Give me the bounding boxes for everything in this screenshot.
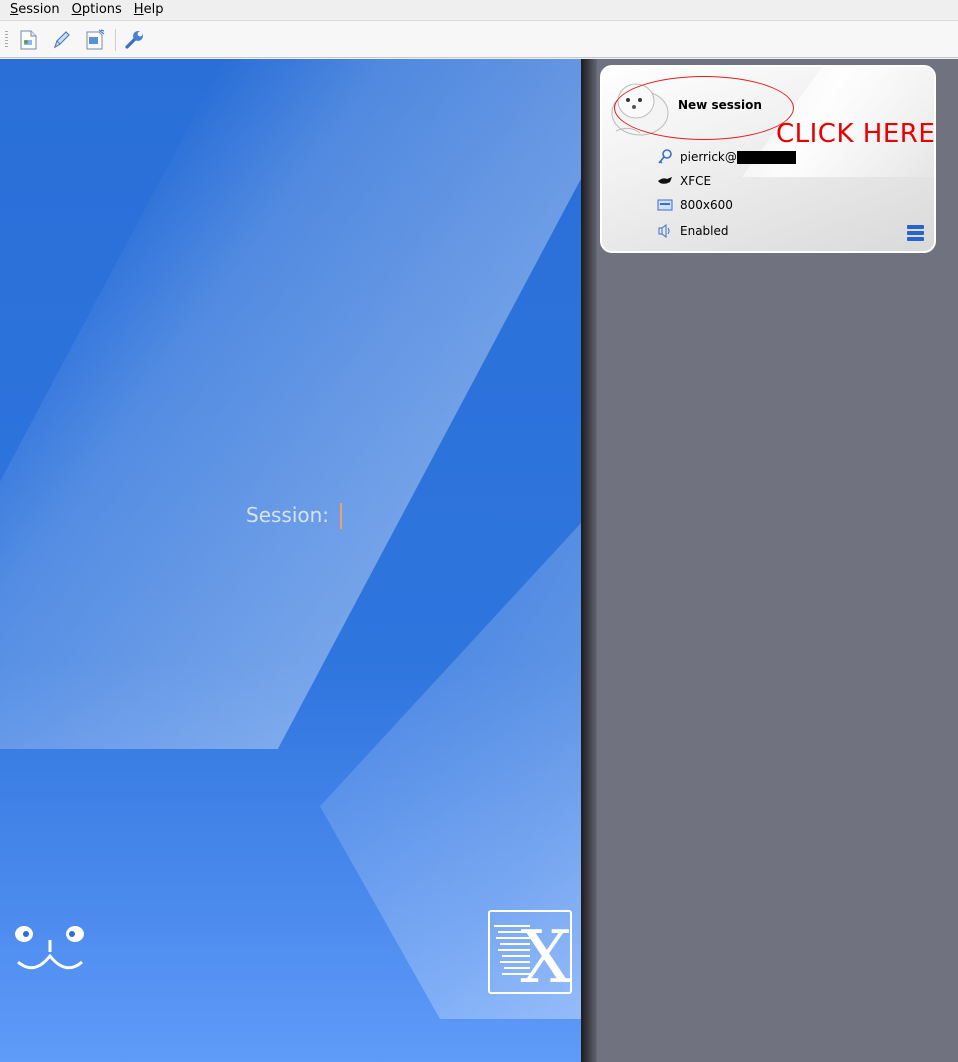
svg-text:X: X [520,915,570,992]
highlight-circle [614,76,794,140]
menu-bar: Session Options Help [0,0,958,20]
preferences-wrench-icon [125,31,143,49]
session-desktop: XFCE [680,174,712,188]
session-sound: Enabled [680,224,729,238]
export-session-button[interactable] [82,27,108,53]
edit-session-button[interactable] [48,27,74,53]
session-user-row: pierrick@ [656,149,796,165]
menu-bar-line [907,231,924,235]
menu-options[interactable]: Options [66,0,128,20]
menu-options-label: ptions [81,2,122,17]
menu-help-accel: H [133,2,144,17]
menu-session-label: ession [18,2,60,17]
speaker-icon [656,223,674,239]
preferences-button[interactable] [122,27,148,53]
new-session-icon [20,30,37,50]
session-sound-row: Enabled [656,223,729,239]
x2go-seal-logo [15,926,84,970]
toolbar-separator [115,29,116,51]
xfce-mouse-icon [656,173,674,189]
key-icon [656,149,674,165]
new-session-button[interactable] [15,27,41,53]
session-user: pierrick@ [680,150,737,164]
session-resolution-row: 800x600 [656,197,733,213]
menu-session[interactable]: Session [4,0,66,20]
menu-options-accel: O [71,2,82,17]
edit-session-icon [53,31,70,49]
session-resolution: 800x600 [680,198,733,212]
session-input[interactable] [340,503,342,529]
menu-help[interactable]: Help [128,0,170,20]
session-label: Session: [246,503,330,527]
session-desktop-row: XFCE [656,173,711,189]
menu-bar-line [907,237,924,241]
menu-help-label: elp [143,2,164,17]
session-export-icon [86,29,105,50]
display-icon [656,197,674,213]
session-menu-button[interactable] [907,225,924,241]
menu-bar-line [907,225,924,229]
click-here-annotation: CLICK HERE [776,119,936,149]
toolbar-grip[interactable] [5,31,8,49]
redacted-host [736,150,796,164]
x-logo-icon: X [494,915,570,992]
toolbar [0,20,958,58]
x-window-system-logo: X [488,910,572,994]
